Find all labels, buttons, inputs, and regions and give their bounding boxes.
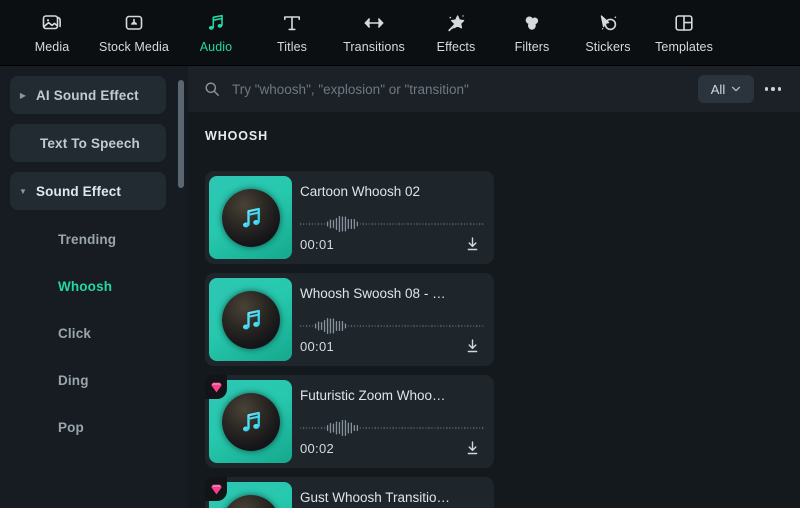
premium-badge xyxy=(205,477,227,501)
sidebar-group-label: Text To Speech xyxy=(40,135,140,151)
sidebar: ▶ AI Sound Effect Text To Speech ▼ Sound Eff… xyxy=(0,66,188,508)
waveform xyxy=(300,214,485,234)
music-note-icon xyxy=(204,11,228,35)
sidebar-item-label: Click xyxy=(58,325,92,341)
sound-title: Gust Whoosh Transitio… xyxy=(300,490,451,505)
search-icon xyxy=(204,81,220,97)
sidebar-item-label: Ding xyxy=(58,372,89,388)
sidebar-item-trending[interactable]: Trending xyxy=(0,222,188,256)
filter-dropdown-label: All xyxy=(710,81,726,97)
download-button[interactable] xyxy=(461,233,483,255)
nav-tab-label: Transitions xyxy=(343,40,405,54)
sound-effect-card[interactable]: Gust Whoosh Transitio… xyxy=(205,477,494,508)
sound-title: Whoosh Swoosh 08 - … xyxy=(300,286,446,301)
sound-duration: 00:02 xyxy=(300,441,335,456)
music-note-icon xyxy=(242,309,260,329)
nav-tab-filters[interactable]: Filters xyxy=(494,5,570,61)
nav-tab-stickers[interactable]: Stickers xyxy=(570,5,646,61)
nav-tab-templates[interactable]: Templates xyxy=(646,5,722,61)
sidebar-item-label: Pop xyxy=(58,419,84,435)
more-dot xyxy=(777,87,782,91)
nav-tab-effects[interactable]: Effects xyxy=(418,5,494,61)
nav-tab-audio[interactable]: Audio xyxy=(178,5,254,61)
transition-icon xyxy=(362,11,386,35)
sidebar-group-text-to-speech[interactable]: Text To Speech xyxy=(10,124,166,162)
sidebar-item-ding[interactable]: Ding xyxy=(0,363,188,397)
search-bar: All xyxy=(188,66,800,112)
top-navigation-bar: Media Stock Media Audio Titles Transitions Ef… xyxy=(0,0,800,66)
nav-tab-label: Media xyxy=(34,40,70,54)
image-icon xyxy=(40,11,64,35)
filters-icon xyxy=(520,11,544,35)
nav-tab-transitions[interactable]: Transitions xyxy=(330,5,418,61)
sound-effect-card[interactable]: Futuristic Zoom Whoo… 00:02 xyxy=(205,375,494,468)
nav-tab-label: Titles xyxy=(276,40,307,54)
sound-effect-list: Cartoon Whoosh 02 00:01 Whoosh Swoosh 08 -… xyxy=(188,171,800,508)
section-title: WHOOSH xyxy=(205,129,269,143)
sound-duration: 00:01 xyxy=(300,339,335,354)
cloud-icon xyxy=(122,11,146,35)
premium-gem-icon xyxy=(210,382,222,392)
caret-right-icon: ▶ xyxy=(19,90,27,100)
music-note-icon xyxy=(242,411,260,431)
sidebar-item-whoosh[interactable]: Whoosh xyxy=(0,269,188,303)
download-button[interactable] xyxy=(461,437,483,459)
vinyl-disc-icon xyxy=(221,494,280,508)
waveform xyxy=(300,418,485,438)
nav-tab-stock-media[interactable]: Stock Media xyxy=(90,5,178,61)
waveform xyxy=(300,316,485,336)
caret-down-icon: ▼ xyxy=(19,186,27,196)
sound-thumbnail[interactable] xyxy=(209,278,292,361)
music-note-icon xyxy=(242,207,260,227)
sidebar-item-pop[interactable]: Pop xyxy=(0,410,188,444)
sound-duration: 00:01 xyxy=(300,237,335,252)
nav-tab-media[interactable]: Media xyxy=(14,5,90,61)
sidebar-item-click[interactable]: Click xyxy=(0,316,188,350)
more-options-button[interactable] xyxy=(758,75,788,103)
nav-tab-label: Stickers xyxy=(585,40,631,54)
sidebar-scrollbar[interactable] xyxy=(178,80,184,188)
filter-dropdown[interactable]: All xyxy=(698,75,754,103)
sound-title: Futuristic Zoom Whoo… xyxy=(300,388,446,403)
download-button[interactable] xyxy=(461,335,483,357)
more-dot xyxy=(771,87,775,91)
premium-gem-icon xyxy=(210,484,222,494)
premium-badge xyxy=(205,375,227,399)
sidebar-item-label: Whoosh xyxy=(58,278,113,294)
magic-wand-icon xyxy=(444,11,468,35)
nav-tab-label: Effects xyxy=(436,40,476,54)
nav-tab-label: Audio xyxy=(199,40,233,54)
sidebar-group-label: AI Sound Effect xyxy=(36,87,139,103)
sound-thumbnail[interactable] xyxy=(209,176,292,259)
main-panel: All WHOOSH Cartoon Whoosh 0200:01Whoosh … xyxy=(188,66,800,508)
sidebar-group-ai-sound-effect[interactable]: ▶ AI Sound Effect xyxy=(10,76,166,114)
sound-title: Cartoon Whoosh 02 xyxy=(300,184,421,199)
sticker-icon xyxy=(596,11,620,35)
sound-effect-card[interactable]: Whoosh Swoosh 08 - … 00:01 xyxy=(205,273,494,366)
nav-tab-label: Filters xyxy=(514,40,550,54)
search-input[interactable] xyxy=(232,81,698,97)
nav-tab-label: Stock Media xyxy=(99,40,169,54)
sidebar-group-label: Sound Effect xyxy=(36,183,122,199)
sound-effect-card[interactable]: Cartoon Whoosh 02 00:01 xyxy=(205,171,494,264)
nav-tab-titles[interactable]: Titles xyxy=(254,5,330,61)
chevron-down-icon xyxy=(732,86,741,92)
templates-icon xyxy=(672,11,696,35)
sidebar-item-label: Trending xyxy=(58,231,117,247)
nav-tab-label: Templates xyxy=(655,40,713,54)
sidebar-group-sound-effect[interactable]: ▼ Sound Effect xyxy=(10,172,166,210)
more-dot xyxy=(764,87,769,91)
text-t-icon xyxy=(280,11,304,35)
